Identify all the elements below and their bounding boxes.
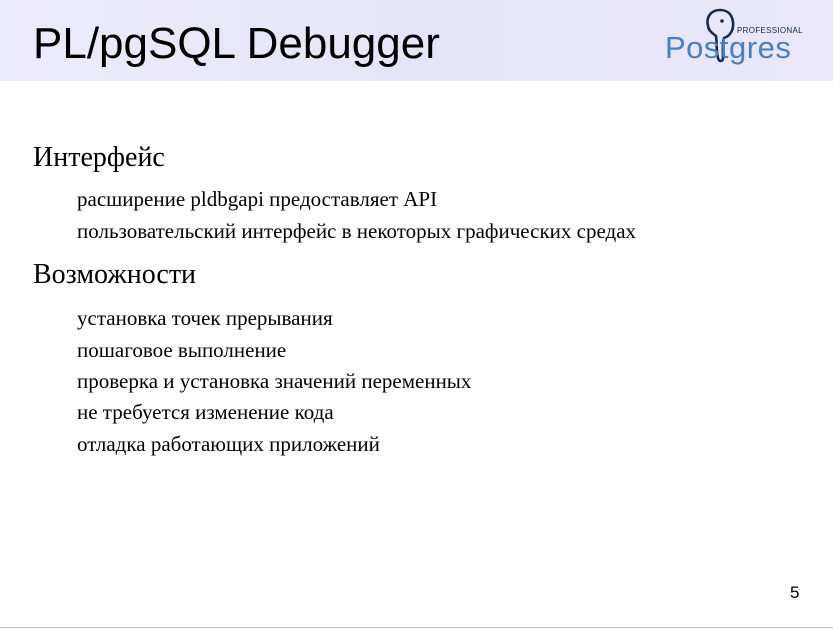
list-item: пользовательский интерфейс в некоторых г… — [77, 219, 637, 243]
list-item: проверка и установка значений переменных — [77, 369, 472, 393]
list-item: отладка работающих приложений — [77, 432, 380, 456]
section-heading-features: Возможности — [33, 259, 197, 290]
page-number: 5 — [790, 583, 800, 602]
section-heading-interface: Интерфейс — [33, 142, 165, 173]
slide: PL/pgSQL Debugger Postgres PROFESSIONAL … — [0, 0, 833, 629]
list-item: расширение pldbgapi предоставляет API — [77, 187, 438, 211]
list-item: не требуется изменение кода — [77, 400, 334, 424]
slide-content: Интерфейс расширение pldbgapi предоставл… — [0, 0, 833, 629]
list-item: пошаговое выполнение — [77, 338, 287, 362]
bottom-divider — [0, 627, 833, 628]
list-item: установка точек прерывания — [77, 306, 333, 330]
